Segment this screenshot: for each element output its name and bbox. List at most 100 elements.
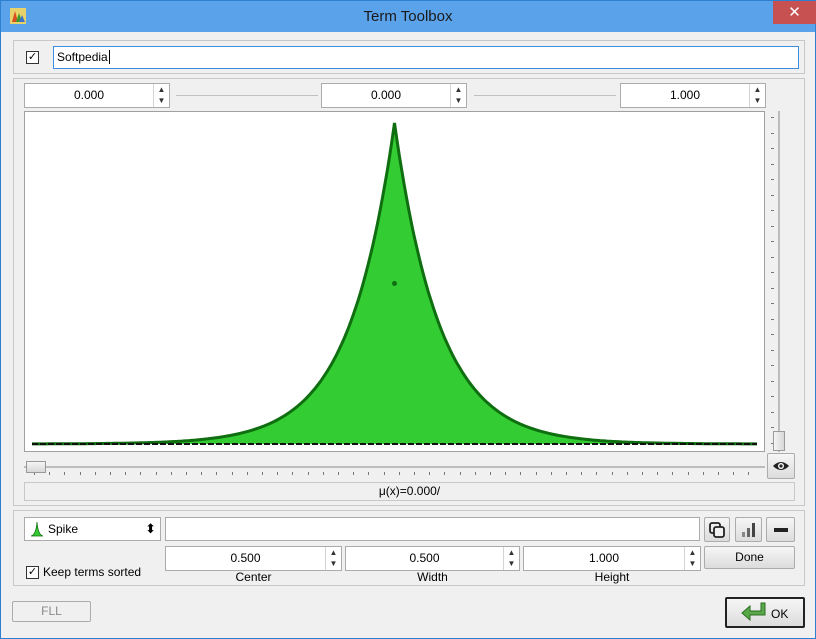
vertical-tick <box>771 241 774 242</box>
horizontal-tick <box>581 472 583 475</box>
vertical-tick <box>771 287 774 289</box>
horizontal-tick <box>353 472 355 475</box>
horizontal-tick <box>246 472 248 475</box>
copy-icon <box>709 522 725 538</box>
remove-term-button[interactable] <box>766 517 795 542</box>
keep-sorted-checkbox[interactable]: ✓ <box>26 566 39 579</box>
return-arrow-icon <box>741 602 766 622</box>
vertical-tick <box>771 396 774 397</box>
mid-range-up-arrow[interactable]: ▲ <box>451 84 466 95</box>
horizontal-tick <box>216 472 218 475</box>
height-up-arrow[interactable]: ▲ <box>685 547 700 558</box>
center-up-arrow[interactable]: ▲ <box>326 547 341 558</box>
term-name-input[interactable]: Softpedia <box>53 46 799 69</box>
done-button[interactable]: Done <box>704 546 795 569</box>
width-arrows: ▲ ▼ <box>503 547 519 570</box>
horizontal-tick <box>125 472 127 475</box>
plot-canvas[interactable] <box>24 111 765 452</box>
bar-chart-icon <box>741 523 755 537</box>
term-type-label: Spike <box>48 522 79 536</box>
horizontal-tick <box>642 472 643 475</box>
vertical-tick <box>771 272 774 273</box>
vertical-tick <box>771 210 774 211</box>
horizontal-tick <box>186 472 187 475</box>
preview-button[interactable] <box>767 453 795 479</box>
fll-button[interactable]: FLL <box>12 601 91 622</box>
term-type-combobox[interactable]: Spike ⬍ <box>24 517 161 541</box>
horizontal-tick <box>277 472 279 475</box>
horizontal-slider[interactable] <box>24 459 765 475</box>
horizontal-tick <box>672 472 674 475</box>
mid-range-down-arrow[interactable]: ▼ <box>451 95 466 106</box>
horizontal-tick <box>611 472 613 475</box>
spike-icon <box>31 521 43 537</box>
membership-status: μ(x)=0.000/ <box>24 482 795 501</box>
vertical-slider[interactable] <box>771 111 787 452</box>
term-enabled-checkbox[interactable]: ✓ <box>26 51 39 64</box>
horizontal-tick <box>718 472 719 475</box>
min-range-spinbox[interactable]: 0.000 ▲ ▼ <box>24 83 170 108</box>
min-range-up-arrow[interactable]: ▲ <box>154 84 169 95</box>
horizontal-slider-handle[interactable] <box>26 461 46 473</box>
horizontal-tick <box>170 472 172 475</box>
center-down-arrow[interactable]: ▼ <box>326 558 341 569</box>
max-range-spinbox[interactable]: 1.000 ▲ ▼ <box>620 83 766 108</box>
horizontal-tick <box>201 472 203 475</box>
plot-group: 0.000 ▲ ▼ 0.000 ▲ ▼ 1.000 ▲ ▼ μ(x)=0.000… <box>13 78 805 506</box>
term-formula-input[interactable] <box>165 517 700 541</box>
vertical-tick <box>771 380 774 382</box>
horizontal-tick <box>429 472 431 475</box>
vertical-tick <box>771 194 774 196</box>
horizontal-tick <box>444 472 446 475</box>
height-spinbox[interactable]: 1.000 ▲ ▼ <box>523 546 701 571</box>
max-range-arrows: ▲ ▼ <box>749 84 765 107</box>
horizontal-tick <box>535 472 537 475</box>
ok-button[interactable]: OK <box>725 597 805 628</box>
width-spinbox[interactable]: 0.500 ▲ ▼ <box>345 546 520 571</box>
center-value: 0.500 <box>230 551 261 565</box>
vertical-tick <box>771 349 774 351</box>
min-range-down-arrow[interactable]: ▼ <box>154 95 169 106</box>
vertical-tick <box>771 117 774 118</box>
vertical-slider-handle[interactable] <box>773 431 785 451</box>
horizontal-tick <box>140 472 142 475</box>
max-range-up-arrow[interactable]: ▲ <box>750 84 765 95</box>
vertical-tick <box>771 427 774 428</box>
horizontal-tick <box>702 472 704 475</box>
height-arrows: ▲ ▼ <box>684 547 700 570</box>
keep-sorted-label: Keep terms sorted <box>43 565 142 579</box>
width-up-arrow[interactable]: ▲ <box>504 547 519 558</box>
center-spinbox[interactable]: 0.500 ▲ ▼ <box>165 546 342 571</box>
height-down-arrow[interactable]: ▼ <box>685 558 700 569</box>
vertical-tick <box>771 303 774 304</box>
term-name-group: ✓ Softpedia <box>13 40 805 74</box>
plot-terms-button[interactable] <box>735 517 762 542</box>
horizontal-tick <box>110 472 111 475</box>
term-params-group: Spike ⬍ ✓ Keep terms sorted 0.500 ▲ ▼ Ce… <box>13 510 805 586</box>
horizontal-tick <box>383 472 385 475</box>
horizontal-tick <box>262 472 263 475</box>
width-down-arrow[interactable]: ▼ <box>504 558 519 569</box>
vertical-tick <box>771 334 774 335</box>
vertical-tick <box>771 148 774 149</box>
vertical-tick <box>771 163 774 165</box>
horizontal-tick <box>566 472 567 475</box>
width-value: 0.500 <box>409 551 440 565</box>
close-button[interactable]: ✕ <box>773 1 816 24</box>
center-arrows: ▲ ▼ <box>325 547 341 570</box>
horizontal-tick <box>474 472 476 475</box>
horizontal-tick <box>307 472 309 475</box>
horizontal-tick <box>322 472 324 475</box>
height-value: 1.000 <box>588 551 620 565</box>
range-separator-left <box>176 95 318 96</box>
copy-button[interactable] <box>704 517 730 542</box>
max-range-down-arrow[interactable]: ▼ <box>750 95 765 106</box>
horizontal-tick <box>338 472 339 475</box>
title-bar[interactable]: Term Toolbox ✕ <box>1 1 816 32</box>
horizontal-tick <box>490 472 491 475</box>
horizontal-tick <box>414 472 415 475</box>
eye-icon <box>773 462 789 470</box>
horizontal-tick <box>292 472 294 475</box>
minus-icon <box>773 528 788 532</box>
mid-range-spinbox[interactable]: 0.000 ▲ ▼ <box>321 83 467 108</box>
